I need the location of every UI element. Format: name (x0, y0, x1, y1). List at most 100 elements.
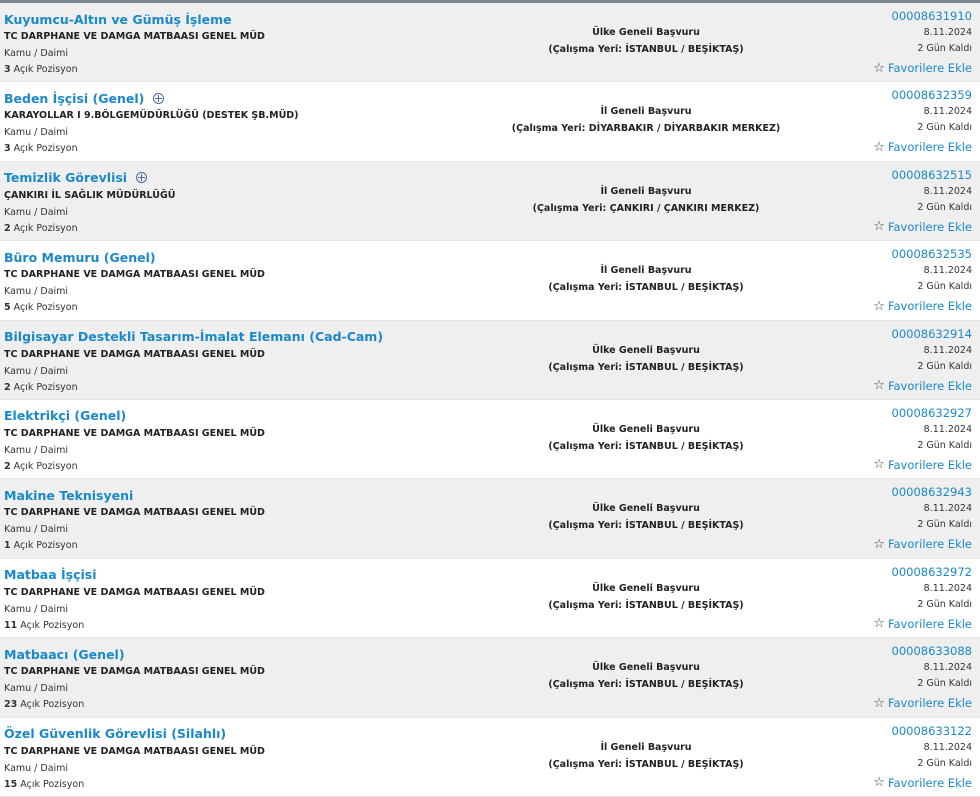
employer-name: TC DARPHANE VE DAMGA MATBAASI GENEL MÜD (4, 427, 265, 439)
application-scope: Ülke Geneli Başvuru (592, 27, 700, 38)
open-positions-count: 2 (4, 381, 11, 393)
job-title: Bilgisayar Destekli Tasarım-İmalat Elema… (4, 329, 384, 345)
job-title-link[interactable]: Bilgisayar Destekli Tasarım-İmalat Elema… (4, 328, 484, 346)
add-to-favorites-label: Favorilere Ekle (887, 299, 972, 314)
add-to-favorites-label: Favorilere Ekle (887, 61, 972, 75)
add-to-favorites-button[interactable]: ☆ Favorilere Ekle (873, 59, 972, 77)
open-positions-label: Açık Pozisyon (13, 64, 78, 75)
job-number-link[interactable]: 00008633122 (873, 724, 972, 741)
posting-date: 8.11.2024 (923, 344, 972, 356)
employer-name: TC DARPHANE VE DAMGA MATBAASI GENEL MÜD (4, 666, 265, 678)
posting-date: 8.11.2024 (923, 662, 972, 674)
work-location: (Çalışma Yeri: İSTANBUL / BEŞİKTAŞ) (548, 44, 744, 55)
job-number-link[interactable]: 00008632927 (873, 406, 972, 423)
application-scope: Ülke Geneli Başvuru (592, 503, 700, 515)
open-positions-count: 15 (4, 778, 18, 790)
work-location: (Çalışma Yeri: İSTANBUL / BEŞİKTAŞ) (548, 599, 744, 611)
job-title: Kuyumcu-Altın ve Gümüş İşleme (4, 11, 232, 27)
open-positions: 5 Açık Pozisyon (4, 302, 484, 316)
job-row: Büro Memuru (Genel) TC DARPHANE VE DAMGA… (0, 241, 980, 321)
job-row: Kuyumcu-Altın ve Gümüş İşleme TC DARPHAN… (0, 3, 980, 83)
work-location: (Çalışma Yeri: ÇANKIRI / ÇANKIRI MERKEZ) (532, 202, 760, 214)
disabled-accessible-icon (153, 92, 165, 104)
job-title-link[interactable]: Makine Teknisyeni (4, 486, 484, 504)
work-location: (Çalışma Yeri: İSTANBUL / BEŞİKTAŞ) (548, 679, 744, 691)
job-title-link[interactable]: Elektrikçi (Genel) (4, 407, 484, 425)
job-title: Elektrikçi (Genel) (4, 408, 127, 424)
work-location: (Çalışma Yeri: İSTANBUL / BEŞİKTAŞ) (548, 758, 744, 770)
add-to-favorites-button[interactable]: ☆ Favorilere Ekle (873, 774, 972, 792)
open-positions-count: 2 (4, 222, 11, 234)
application-scope: İl Geneli Başvuru (600, 106, 692, 118)
job-number-link[interactable]: 00008632972 (873, 565, 972, 582)
job-title-link[interactable]: Büro Memuru (Genel) (4, 248, 484, 266)
days-left: 2 Gün Kaldı (917, 678, 972, 690)
add-to-favorites-button[interactable]: ☆ Favorilere Ekle (873, 377, 972, 395)
posting-date: 8.11.2024 (923, 106, 972, 118)
add-to-favorites-label: Favorilere Ekle (887, 378, 972, 393)
open-positions-count: 3 (4, 143, 11, 155)
job-number-link[interactable]: 00008632515 (873, 168, 972, 185)
job-title: Büro Memuru (Genel) (4, 249, 156, 265)
job-title-link[interactable]: Matbaa İşçisi (4, 566, 484, 584)
open-positions: 2 Açık Pozisyon (4, 223, 484, 237)
add-to-favorites-button[interactable]: ☆ Favorilere Ekle (873, 694, 972, 712)
days-left: 2 Gün Kaldı (917, 439, 972, 451)
star-outline-icon: ☆ (873, 536, 885, 552)
job-title-link[interactable]: Özel Güvenlik Görevlisi (Silahlı) (4, 725, 484, 743)
employment-type: Kamu / Daimi (4, 48, 69, 59)
add-to-favorites-button[interactable]: ☆ Favorilere Ekle (873, 138, 972, 156)
open-positions-count: 1 (4, 540, 11, 552)
application-scope: Ülke Geneli Başvuru (592, 344, 700, 356)
job-number-link[interactable]: 00008632914 (873, 327, 972, 344)
open-positions-label: Açık Pozisyon (20, 619, 85, 631)
job-title: Beden İşçisi (Genel) (4, 90, 145, 106)
posting-date: 8.11.2024 (923, 582, 972, 594)
job-number-link[interactable]: 00008632943 (873, 485, 972, 502)
employer-name: TC DARPHANE VE DAMGA MATBAASI GENEL MÜD (4, 348, 265, 360)
employment-type: Kamu / Daimi (4, 444, 69, 456)
add-to-favorites-button[interactable]: ☆ Favorilere Ekle (873, 218, 972, 236)
star-outline-icon: ☆ (873, 616, 885, 632)
employer-name: TC DARPHANE VE DAMGA MATBAASI GENEL MÜD (4, 269, 265, 281)
job-title: Özel Güvenlik Görevlisi (Silahlı) (4, 726, 227, 742)
employer-name: TC DARPHANE VE DAMGA MATBAASI GENEL MÜD (4, 31, 265, 42)
add-to-favorites-label: Favorilere Ekle (887, 140, 972, 155)
open-positions-label: Açık Pozisyon (20, 778, 85, 790)
open-positions-label: Açık Pozisyon (13, 302, 78, 314)
open-positions: 11 Açık Pozisyon (4, 620, 484, 634)
application-scope: Ülke Geneli Başvuru (592, 423, 700, 435)
job-number-link[interactable]: 00008633088 (873, 644, 972, 661)
work-location: (Çalışma Yeri: İSTANBUL / BEŞİKTAŞ) (548, 282, 744, 294)
add-to-favorites-label: Favorilere Ekle (887, 219, 972, 234)
days-left: 2 Gün Kaldı (917, 598, 972, 610)
add-to-favorites-label: Favorilere Ekle (887, 775, 972, 790)
job-title-link[interactable]: Beden İşçisi (Genel) (4, 89, 484, 107)
application-scope: Ülke Geneli Başvuru (592, 662, 700, 674)
days-left: 2 Gün Kaldı (917, 281, 972, 293)
star-outline-icon: ☆ (873, 457, 885, 473)
open-positions: 3 Açık Pozisyon (4, 143, 484, 157)
open-positions: 2 Açık Pozisyon (4, 382, 484, 396)
job-number-link[interactable]: 00008632535 (873, 247, 972, 264)
add-to-favorites-button[interactable]: ☆ Favorilere Ekle (873, 456, 972, 474)
job-row: Matbaacı (Genel) TC DARPHANE VE DAMGA MA… (0, 638, 980, 718)
open-positions-count: 3 (4, 64, 11, 75)
add-to-favorites-button[interactable]: ☆ Favorilere Ekle (873, 535, 972, 553)
open-positions: 3 Açık Pozisyon (4, 64, 484, 78)
add-to-favorites-button[interactable]: ☆ Favorilere Ekle (873, 297, 972, 315)
open-positions-label: Açık Pozisyon (13, 222, 78, 234)
job-number-link[interactable]: 00008631910 (873, 9, 972, 26)
days-left: 2 Gün Kaldı (917, 122, 972, 134)
open-positions-count: 2 (4, 460, 11, 472)
job-number-link[interactable]: 00008632359 (873, 88, 972, 105)
add-to-favorites-button[interactable]: ☆ Favorilere Ekle (873, 615, 972, 633)
star-outline-icon: ☆ (873, 219, 885, 235)
job-title-link[interactable]: Temizlik Görevlisi (4, 169, 484, 187)
star-outline-icon: ☆ (873, 378, 885, 394)
disabled-accessible-icon (136, 172, 148, 184)
star-outline-icon: ☆ (873, 139, 885, 155)
job-title-link[interactable]: Kuyumcu-Altın ve Gümüş İşleme (4, 10, 484, 28)
job-title-link[interactable]: Matbaacı (Genel) (4, 645, 484, 663)
job-row: Temizlik Görevlisi ÇANKIRI İL SAĞLIK MÜD… (0, 161, 980, 242)
